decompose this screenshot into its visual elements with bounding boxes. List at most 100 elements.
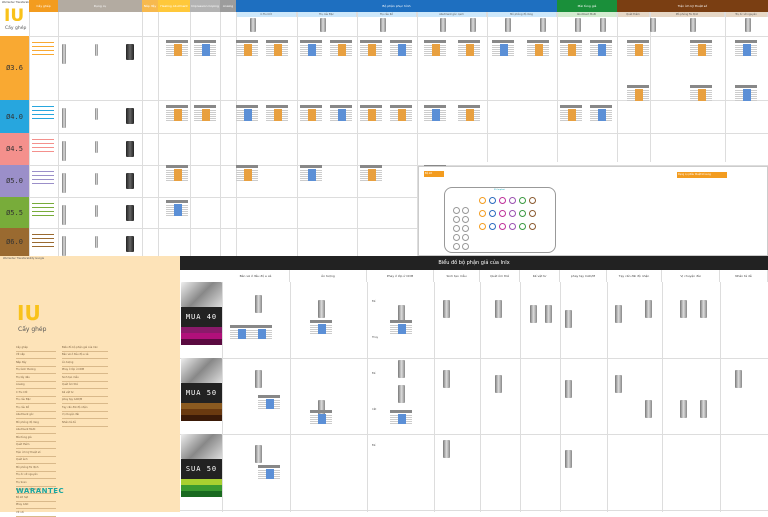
component-image <box>398 385 405 403</box>
toc-item[interactable]: Trụ ốc vít nguyên <box>16 472 56 479</box>
component-image <box>443 440 450 458</box>
toc-item[interactable]: Phay CAD <box>16 502 56 509</box>
toc-item[interactable]: Mài tùng giả <box>16 434 56 442</box>
toc-item[interactable]: Abutment góc <box>16 412 56 419</box>
toc-item[interactable]: Phay ở lớp ử CDM <box>62 367 108 374</box>
spec-table-row <box>360 119 382 121</box>
spec-table-row <box>390 332 412 334</box>
spec-table-row <box>230 337 252 339</box>
kit-tray-label: Kít Implant <box>494 189 505 191</box>
spec-line <box>32 118 54 119</box>
color-stripe <box>181 339 222 345</box>
toc-item[interactable]: Cây ghép <box>16 344 56 352</box>
column-header: Vị chuyện đài <box>662 270 720 282</box>
spec-table-row <box>166 214 188 216</box>
spec-table <box>735 85 757 101</box>
spec-line <box>32 203 54 204</box>
spec-table-row <box>735 99 757 101</box>
brand-logo: IU <box>4 6 25 26</box>
spec-line <box>32 175 54 176</box>
component-image <box>495 300 502 318</box>
spec-table <box>194 40 216 56</box>
toc-item[interactable]: phay tạy CAD/M <box>62 397 108 404</box>
toc-item[interactable]: C.Tru Cốt <box>16 389 56 397</box>
spec-table-row <box>360 54 382 56</box>
spec-table-row <box>527 54 549 56</box>
toc-item[interactable]: Tiện ích kỹ thuật số <box>16 449 56 457</box>
spec-table <box>590 105 612 121</box>
column-divider <box>557 12 558 162</box>
spec-table <box>424 105 446 121</box>
implant-image <box>62 205 66 225</box>
spec-table <box>390 410 412 424</box>
header-3: Healing Abutment <box>158 0 190 12</box>
tool-slot <box>462 216 469 223</box>
toc-item[interactable]: Kế vật tư <box>62 389 108 397</box>
drill-slot <box>479 197 486 204</box>
spec-table <box>627 85 649 101</box>
toc-item[interactable]: Trụ Scan <box>16 479 56 487</box>
toc-item[interactable]: Quét ảnh <box>16 457 56 464</box>
spec-table <box>300 165 322 181</box>
toc-item[interactable]: Mô phỏng độ răng <box>16 419 56 427</box>
spec-table-header <box>560 40 582 43</box>
spec-table <box>330 105 352 121</box>
abutment-image <box>600 18 606 32</box>
toc-item[interactable]: Bộ kit hạt <box>16 494 56 502</box>
column-header: Kế vật tư <box>520 270 560 282</box>
column-divider <box>434 282 435 512</box>
toc-item[interactable]: Nắp đậy <box>16 359 56 367</box>
header-5: Analog <box>220 0 236 12</box>
spec-table-row <box>424 54 446 56</box>
spec-table-row <box>690 99 712 101</box>
toc-item[interactable]: Mô phỏng fix định <box>16 464 56 472</box>
toc-item[interactable]: Quét thêm <box>16 442 56 449</box>
header-4: Impression Coping <box>190 0 220 12</box>
toc-item[interactable]: Ấn tượng <box>62 359 108 367</box>
spec-table <box>424 40 446 56</box>
toc-item[interactable]: Analog <box>16 382 56 389</box>
spec-table <box>166 105 188 121</box>
toc-item[interactable]: Trụ lấy dấu <box>16 374 56 382</box>
toc-item[interactable]: Vít nối <box>16 509 56 517</box>
toc-item[interactable]: Quét ôm thế <box>62 382 108 389</box>
component-image <box>735 370 742 388</box>
component-image <box>680 400 687 418</box>
spec-table-row <box>330 54 352 56</box>
toc-item[interactable]: Vít nắp <box>16 352 56 359</box>
spec-table <box>166 165 188 181</box>
size-label: Ø5.5 <box>0 197 29 228</box>
toc-item[interactable]: Tạy cấn đãi độ nhận <box>62 404 108 412</box>
spec-line <box>32 54 54 55</box>
toc-item[interactable]: Trụ cầu Đặc <box>16 397 56 404</box>
spec-table-header <box>690 40 712 43</box>
spec-table-header <box>424 105 446 108</box>
toc-item[interactable]: Sinh tạo mẫu <box>62 374 108 382</box>
row-label: Đế <box>372 444 376 447</box>
subheader-0: C.Tru Cốt <box>236 12 297 17</box>
column-header: phay tạy CAD/M <box>560 270 607 282</box>
drill-slot <box>519 223 526 230</box>
spec-table-row <box>627 99 649 101</box>
component-image <box>255 370 262 388</box>
toc-item[interactable]: Biểu đồ bộ phận giả của InIx <box>62 344 108 352</box>
spec-table-row <box>627 54 649 56</box>
toc-item[interactable]: Abutment Multi <box>16 427 56 434</box>
toc-item[interactable]: Vị chuyện đài <box>62 412 108 419</box>
implant-image <box>95 108 98 120</box>
spec-table <box>492 40 514 56</box>
spec-table-row <box>735 54 757 56</box>
toc-item[interactable]: Nhân tâ dễ <box>62 419 108 427</box>
drill-slot <box>519 210 526 217</box>
implant-image <box>62 173 66 193</box>
spec-table-row <box>300 54 322 56</box>
spec-line <box>32 234 54 235</box>
abutment-image <box>470 18 476 32</box>
component-image <box>615 305 622 323</box>
spec-line <box>32 139 54 140</box>
spec-line <box>32 238 54 239</box>
toc-item[interactable]: Trụ lành thương <box>16 367 56 374</box>
component-image <box>700 300 707 318</box>
toc-item[interactable]: Bản vẽ ở đầu độ e xê <box>62 352 108 359</box>
toc-item[interactable]: Trụ cầu Rỗ <box>16 404 56 412</box>
